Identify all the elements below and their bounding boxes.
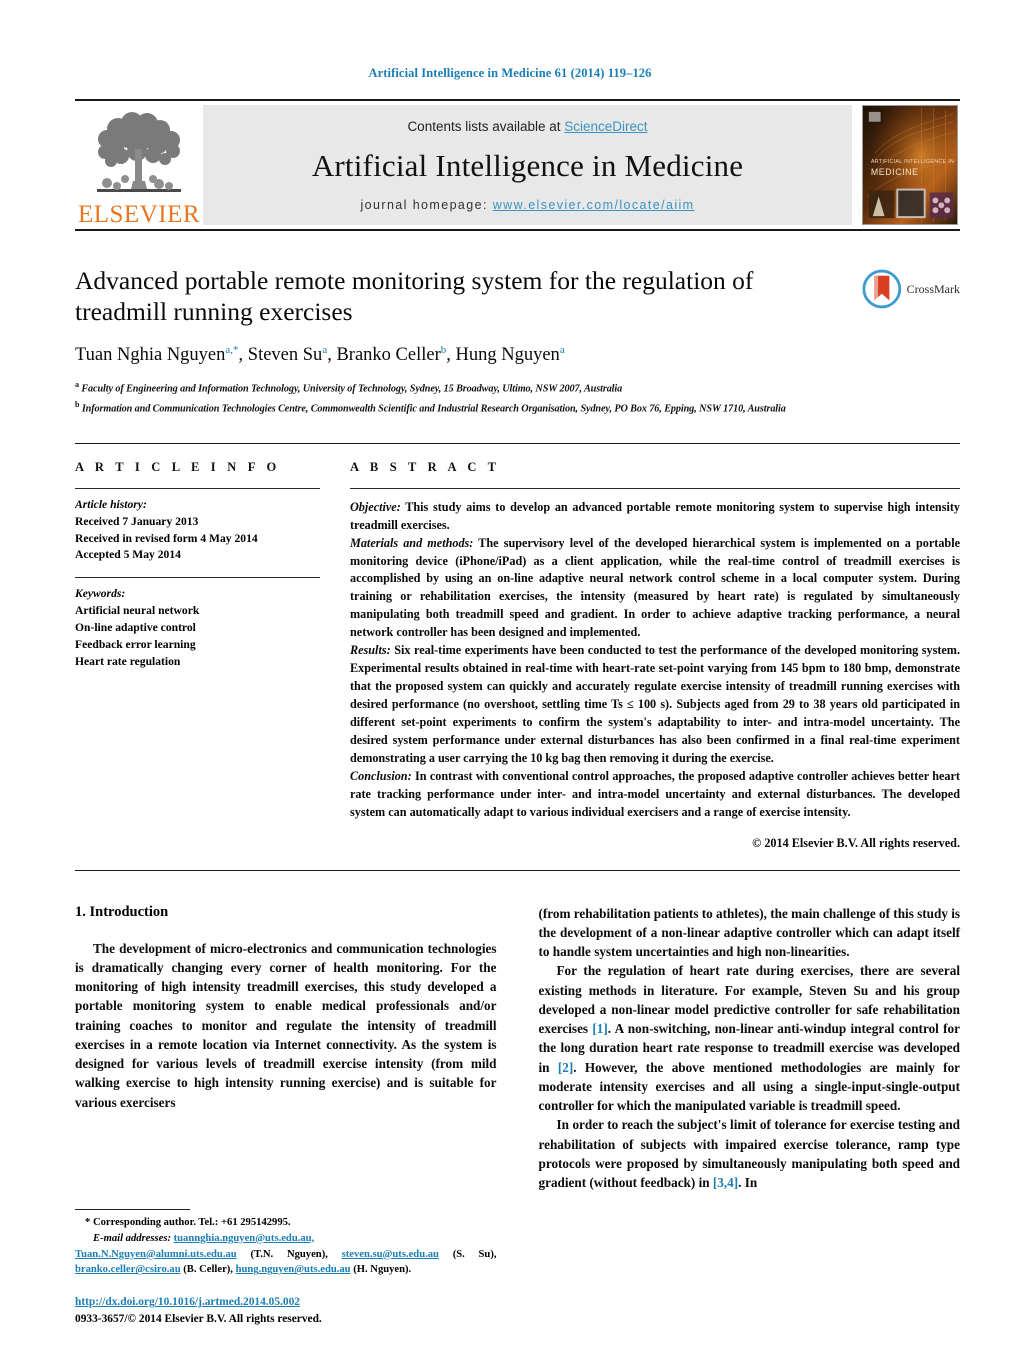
doi-link[interactable]: http://dx.doi.org/10.1016/j.artmed.2014.… [75,1296,300,1308]
journal-homepage-link[interactable]: www.elsevier.com/locate/aiim [493,198,695,212]
abstract-label: Materials and methods: [350,535,474,550]
email-owner: (H. Nguyen). [350,1264,412,1276]
elsevier-logo: ELSEVIER [75,101,203,229]
history-item: Received 7 January 2013 [75,514,199,528]
email-owner: (S. Su), [438,1248,497,1260]
body-paragraph: For the regulation of heart rate during … [538,963,961,1114]
citation-ref[interactable]: [1] [592,1021,607,1036]
footnote-rule [75,1208,190,1210]
abstract-body: Objective: This study aims to develop an… [350,499,960,853]
body-column-left: 1. Introduction The development of micro… [75,904,497,1329]
email-link[interactable]: Tuan.N.Nguyen@alumni.uts.edu.au [75,1249,237,1260]
body-column-right: (from rehabilitation patients to athlete… [539,904,961,1329]
keywords-block: Keywords: Artificial neural network On-l… [75,578,320,671]
cover-artwork: ARTIFICIAL INTELLIGENCE IN MEDICINE [862,105,958,225]
history-item: Received in revised form 4 May 2014 [75,531,258,545]
article-info-heading: A R T I C L E I N F O [75,459,281,474]
abstract-section: Objective: This study aims to develop an… [350,499,960,535]
crossmark-badge[interactable]: CrossMark [862,267,960,311]
contents-prefix: Contents lists available at [407,119,565,134]
abstract-heading: A B S T R A C T [350,459,501,474]
elsevier-wordmark: ELSEVIER [77,201,201,228]
abstract-section: Results: Six real-time experiments have … [350,642,960,768]
keywords-label: Keywords: [75,587,126,601]
svg-text:MEDICINE: MEDICINE [871,167,919,177]
corresponding-author-note: * Corresponding author. Tel.: +61 295142… [85,1216,291,1228]
body-paragraph: The development of micro-electronics and… [75,940,497,1110]
crossmark-label: CrossMark [906,281,960,296]
elsevier-tree-icon [97,112,181,192]
abstract-rule [350,487,960,489]
keyword-item: On-line adaptive control [75,621,196,635]
abstract-label: Objective: [350,499,401,514]
abstract-bottom-rule [75,869,960,871]
affiliation-a-text: Faculty of Engineering and Information T… [81,383,623,395]
email-link[interactable]: branko.celler@csiro.au [75,1264,181,1275]
journal-title: Artificial Intelligence in Medicine [311,148,744,183]
issn-copyright-line: 0933-3657/© 2014 Elsevier B.V. All right… [75,1313,322,1326]
abstract-column: A B S T R A C T Objective: This study ai… [350,460,960,853]
abstract-label: Conclusion: [350,768,412,783]
section-heading-introduction: 1. Introduction [75,903,169,920]
journal-band: Contents lists available at ScienceDirec… [203,105,852,225]
body-paragraph: (from rehabilitation patients to athlete… [538,905,961,960]
footnote-text: * Corresponding author. Tel.: +61 295142… [75,1215,497,1279]
email-link[interactable]: tuannghia.nguyen@uts.edu.au, [174,1233,315,1244]
affiliation-marker-a: a [75,380,79,390]
author-list: Tuan Nghia Nguyena,*, Steven Sua, Branko… [75,344,565,366]
email-addresses-label: E-mail addresses: [93,1232,171,1244]
journal-article-page: Artificial Intelligence in Medicine 61 (… [0,0,1020,1351]
abstract-section: Materials and methods: The supervisory l… [350,535,960,643]
citation-ref[interactable]: [2] [558,1060,573,1075]
email-addresses-cont: Tuan.N.Nguyen@alumni.uts.edu.au (T.N. Ng… [75,1247,497,1279]
email-owner: (B. Celler), [180,1264,233,1276]
abstract-text: The supervisory level of the developed h… [350,535,960,640]
keyword-item: Feedback error learning [75,638,196,652]
sciencedirect-link[interactable]: ScienceDirect [564,119,647,134]
journal-homepage-line: journal homepage: www.elsevier.com/locat… [361,198,695,212]
journal-masthead: ELSEVIER Contents lists available at Sci… [75,99,960,231]
running-head: Artificial Intelligence in Medicine 61 (… [368,66,652,80]
page-title: Advanced portable remote monitoring syst… [75,266,754,327]
body-paragraph: In order to reach the subject's limit of… [538,1117,961,1191]
doi-block: http://dx.doi.org/10.1016/j.artmed.2014.… [75,1294,497,1328]
contents-lists-line: Contents lists available at ScienceDirec… [407,119,647,134]
crossmark-icon [862,269,902,309]
footnote-block: * Corresponding author. Tel.: +61 295142… [75,1208,497,1329]
keyword-item: Artificial neural network [75,604,200,618]
affiliation-a: a Faculty of Engineering and Information… [75,379,960,397]
keyword-item: Heart rate regulation [75,655,181,669]
abstract-text: In contrast with conventional control ap… [350,768,960,819]
journal-cover-thumbnail: ARTIFICIAL INTELLIGENCE IN MEDICINE [860,105,960,225]
body-columns: 1. Introduction The development of micro… [75,904,960,1329]
info-abstract-region: A R T I C L E I N F O Article history: R… [75,442,960,853]
article-info-column: A R T I C L E I N F O Article history: R… [75,460,320,853]
article-history-block: Article history: Received 7 January 2013… [75,489,320,565]
abstract-text: Six real-time experiments have been cond… [350,643,960,765]
affiliation-b: b Information and Communication Technolo… [75,399,960,417]
email-addresses-line: E-mail addresses: tuannghia.nguyen@uts.e… [75,1231,497,1247]
citation-ref[interactable]: [3,4] [713,1175,738,1190]
email-owner: (T.N. Nguyen), [236,1248,328,1260]
abstract-copyright: © 2014 Elsevier B.V. All rights reserved… [752,835,960,850]
abstract-text: This study aims to develop an advanced p… [350,499,960,532]
article-history-label: Article history: [75,497,147,511]
email-link[interactable]: steven.su@uts.edu.au [342,1249,439,1260]
abstract-label: Results: [350,643,391,658]
affiliation-marker-b: b [75,399,80,409]
affiliation-b-text: Information and Communication Technologi… [81,402,786,414]
homepage-prefix: journal homepage: [360,198,493,212]
title-block: CrossMark Advanced portable remote monit… [75,265,960,417]
email-link[interactable]: hung.nguyen@uts.edu.au [236,1264,351,1275]
svg-text:ARTIFICIAL INTELLIGENCE IN: ARTIFICIAL INTELLIGENCE IN [871,159,954,165]
abstract-section: Conclusion: In contrast with conventiona… [350,768,960,822]
history-item: Accepted 5 May 2014 [75,548,181,562]
